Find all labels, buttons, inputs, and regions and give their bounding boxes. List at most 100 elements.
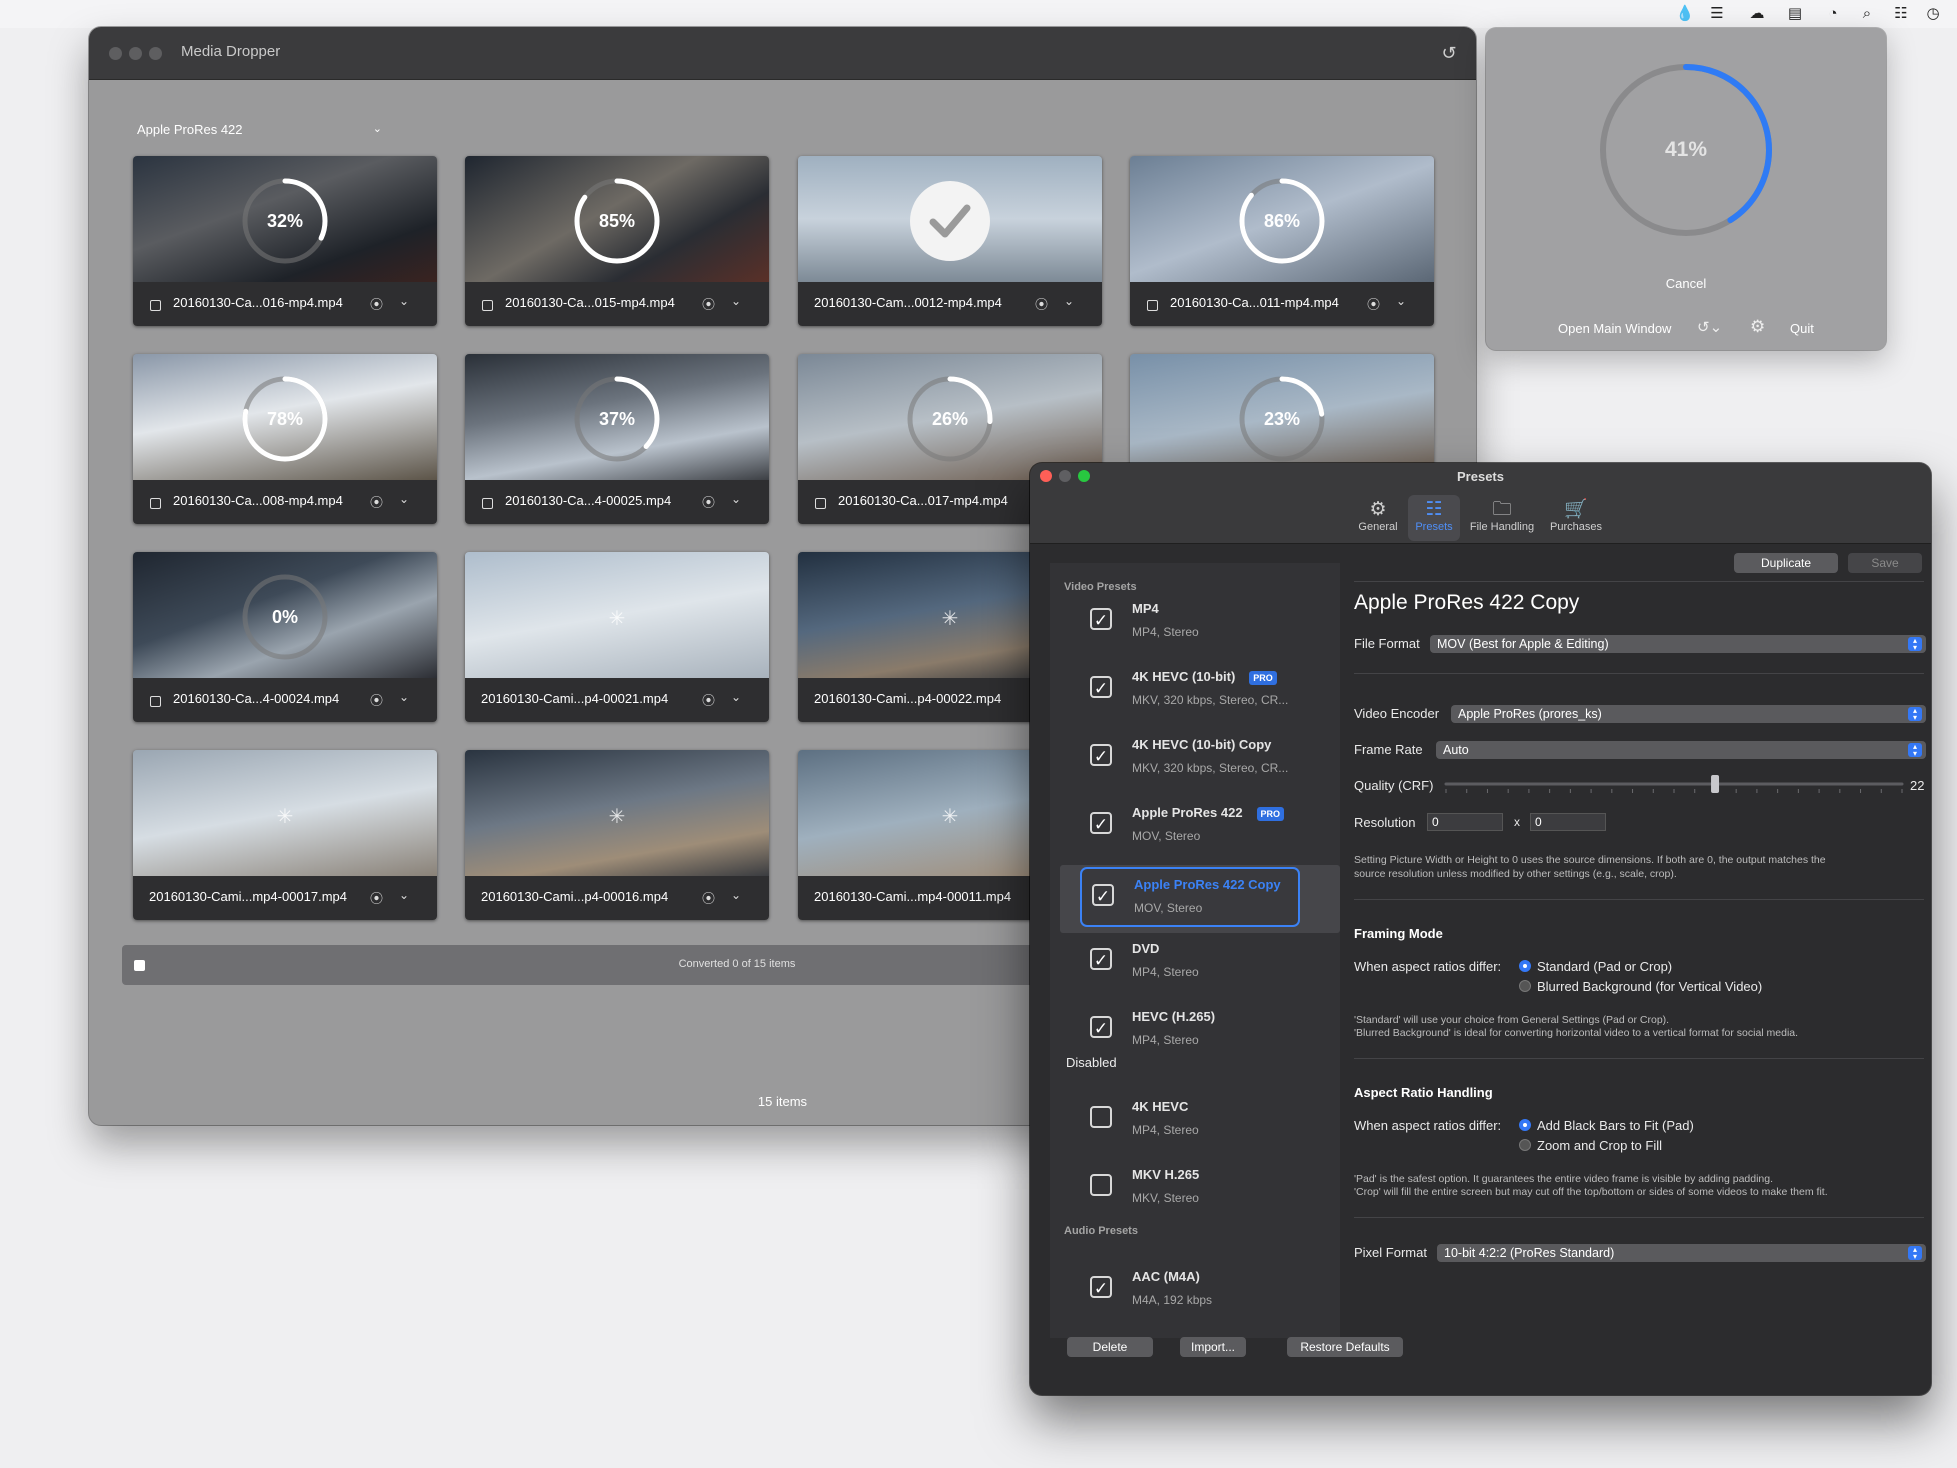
chevron-down-icon[interactable]: ⌄ <box>399 492 409 506</box>
chevron-down-icon[interactable]: ⌄ <box>1396 294 1406 308</box>
preset-enabled-checkbox[interactable]: ✓ <box>1090 1106 1112 1128</box>
import-button[interactable]: Import... <box>1180 1337 1246 1357</box>
clock-icon[interactable]: ◷ <box>1922 5 1944 23</box>
tab-presets[interactable]: ☷ Presets <box>1408 495 1460 541</box>
preset-row[interactable]: ✓ Apple ProRes 422 PRO MOV, Stereo <box>1080 797 1304 857</box>
quality-slider[interactable] <box>1442 769 1906 799</box>
media-card[interactable]: 32% 20160130-Ca...016-mp4.mp4 ⦿ ⌄ <box>133 156 437 326</box>
close-button[interactable] <box>109 47 122 60</box>
preset-row[interactable]: ✓ HEVC (H.265) MP4, Stereo <box>1080 1001 1304 1061</box>
aspect-pad-radio[interactable] <box>1519 1119 1531 1131</box>
tab-general[interactable]: ⚙ General <box>1354 495 1402 541</box>
media-card[interactable]: 78% 20160130-Ca...008-mp4.mp4 ⦿ ⌄ <box>133 354 437 524</box>
card-checkbox[interactable] <box>815 498 826 509</box>
preset-enabled-checkbox[interactable]: ✓ <box>1090 812 1112 834</box>
chevron-down-icon[interactable]: ⌄ <box>1064 294 1074 308</box>
card-checkbox[interactable] <box>1147 300 1158 311</box>
delete-button[interactable]: Delete <box>1067 1337 1153 1357</box>
gear-icon[interactable]: ⚙ <box>1750 317 1765 337</box>
chevron-down-icon[interactable]: ⌄ <box>399 690 409 704</box>
preset-enabled-checkbox[interactable]: ✓ <box>1090 744 1112 766</box>
media-card[interactable]: 37% 20160130-Ca...4-00025.mp4 ⦿ ⌄ <box>465 354 769 524</box>
preset-enabled-checkbox[interactable]: ✓ <box>1090 608 1112 630</box>
trim-icon[interactable]: ⦿ <box>702 888 715 907</box>
framing-blurred-radio[interactable] <box>1519 980 1531 992</box>
chevron-down-icon[interactable]: ⌄ <box>399 888 409 902</box>
preset-row[interactable]: ✓ AAC (M4A) M4A, 192 kbps <box>1080 1261 1304 1321</box>
preset-row[interactable]: ✓ Apple ProRes 422 Copy MOV, Stereo <box>1080 867 1300 927</box>
file-format-select[interactable]: MOV (Best for Apple & Editing) ▴ ▾ <box>1430 635 1926 653</box>
chevron-down-icon[interactable]: ⌄ <box>731 492 741 506</box>
width-input[interactable]: 0 <box>1427 813 1503 831</box>
trim-icon[interactable]: ⦿ <box>1367 294 1380 313</box>
chevron-down-icon[interactable]: ⌄ <box>731 690 741 704</box>
media-card[interactable]: ✳ 20160130-Cami...p4-00016.mp4 ⦿ ⌄ <box>465 750 769 920</box>
quit-button[interactable]: Quit <box>1790 321 1814 336</box>
save-button[interactable]: Save <box>1848 553 1922 573</box>
dropper-icon[interactable]: 💧 <box>1674 5 1696 23</box>
trim-icon[interactable]: ⦿ <box>370 690 383 709</box>
preset-list[interactable]: Video Presets ✓ MP4 MP4, Stereo ✓ 4K HEVC (1… <box>1050 563 1340 1338</box>
preset-select[interactable]: Apple ProRes 422 ⌄ <box>137 122 382 144</box>
aspect-crop-radio[interactable] <box>1519 1139 1531 1151</box>
wifi-icon[interactable]: ◔ <box>1822 5 1844 23</box>
chevron-down-icon[interactable]: ⌄ <box>731 294 741 308</box>
search-icon[interactable]: ⌕ <box>1856 5 1878 23</box>
open-main-window-button[interactable]: Open Main Window <box>1558 321 1671 336</box>
trim-icon[interactable]: ⦿ <box>702 690 715 709</box>
control-center-icon[interactable]: ☷ <box>1890 5 1912 23</box>
preset-row[interactable]: ✓ 4K HEVC MP4, Stereo <box>1080 1091 1304 1151</box>
preset-row[interactable]: ✓ MKV H.265 MKV, Stereo <box>1080 1159 1304 1219</box>
preset-row[interactable]: ✓ 4K HEVC (10-bit) PRO MKV, 320 kbps, Stere… <box>1080 661 1304 721</box>
aspect-label: When aspect ratios differ: <box>1354 1118 1502 1133</box>
card-checkbox[interactable] <box>150 696 161 707</box>
framing-standard-radio[interactable] <box>1519 960 1531 972</box>
media-card[interactable]: 23% <box>1130 354 1434 480</box>
preset-enabled-checkbox[interactable]: ✓ <box>1090 1016 1112 1038</box>
minimize-button[interactable] <box>129 47 142 60</box>
preset-enabled-checkbox[interactable]: ✓ <box>1090 1174 1112 1196</box>
media-card[interactable]: ✳ 20160130-Cami...p4-00021.mp4 ⦿ ⌄ <box>465 552 769 722</box>
cloud-icon[interactable]: ☁ <box>1746 5 1768 23</box>
media-card[interactable]: 86% 20160130-Ca...011-mp4.mp4 ⦿ ⌄ <box>1130 156 1434 326</box>
trim-icon[interactable]: ⦿ <box>370 888 383 907</box>
preset-enabled-checkbox[interactable]: ✓ <box>1090 1276 1112 1298</box>
card-checkbox[interactable] <box>482 300 493 311</box>
media-card[interactable]: 20160130-Cam...0012-mp4.mp4 ⦿ ⌄ <box>798 156 1102 326</box>
frame-rate-select[interactable]: Auto ▴ ▾ <box>1436 741 1926 759</box>
height-input[interactable]: 0 <box>1530 813 1606 831</box>
video-encoder-select[interactable]: Apple ProRes (prores_ks) ▴ ▾ <box>1451 705 1926 723</box>
zoom-button[interactable] <box>149 47 162 60</box>
preset-enabled-checkbox[interactable]: ✓ <box>1090 948 1112 970</box>
bed-icon[interactable]: ▤ <box>1784 5 1806 23</box>
history-icon[interactable]: ↺⌄ <box>1697 318 1722 336</box>
pixel-format-select[interactable]: 10-bit 4:2:2 (ProRes Standard) ▴ ▾ <box>1437 1244 1926 1262</box>
chevron-down-icon[interactable]: ⌄ <box>399 294 409 308</box>
chevron-down-icon[interactable]: ⌄ <box>731 888 741 902</box>
trim-icon[interactable]: ⦿ <box>1035 294 1048 313</box>
trim-icon[interactable]: ⦿ <box>702 294 715 313</box>
quality-slider-knob[interactable] <box>1711 775 1720 793</box>
history-icon[interactable]: ↺ <box>1438 42 1460 64</box>
preset-enabled-checkbox[interactable]: ✓ <box>1092 884 1114 906</box>
stack-icon[interactable]: ☰ <box>1706 5 1728 23</box>
preset-row[interactable]: ✓ MP4 MP4, Stereo <box>1080 593 1304 653</box>
media-card[interactable]: 0% 20160130-Ca...4-00024.mp4 ⦿ ⌄ <box>133 552 437 722</box>
media-card[interactable]: 85% 20160130-Ca...015-mp4.mp4 ⦿ ⌄ <box>465 156 769 326</box>
trim-icon[interactable]: ⦿ <box>370 492 383 511</box>
media-card[interactable]: ✳ 20160130-Cami...mp4-00017.mp4 ⦿ ⌄ <box>133 750 437 920</box>
trim-icon[interactable]: ⦿ <box>370 294 383 313</box>
preset-row[interactable]: ✓ 4K HEVC (10-bit) Copy MKV, 320 kbps, Ste… <box>1080 729 1304 789</box>
preset-name: AAC (M4A) <box>1132 1269 1200 1284</box>
card-checkbox[interactable] <box>150 498 161 509</box>
duplicate-button[interactable]: Duplicate <box>1734 553 1838 573</box>
tab-purchases[interactable]: 🛒 Purchases <box>1548 495 1604 541</box>
cancel-button[interactable]: Cancel <box>1486 276 1886 291</box>
card-checkbox[interactable] <box>482 498 493 509</box>
preset-enabled-checkbox[interactable]: ✓ <box>1090 676 1112 698</box>
preset-row[interactable]: ✓ DVD MP4, Stereo <box>1080 933 1304 993</box>
preset-name-text: 4K HEVC <box>1132 1099 1189 1114</box>
tab-file-handling[interactable]: 🗀 File Handling <box>1466 495 1538 541</box>
trim-icon[interactable]: ⦿ <box>702 492 715 511</box>
card-checkbox[interactable] <box>150 300 161 311</box>
